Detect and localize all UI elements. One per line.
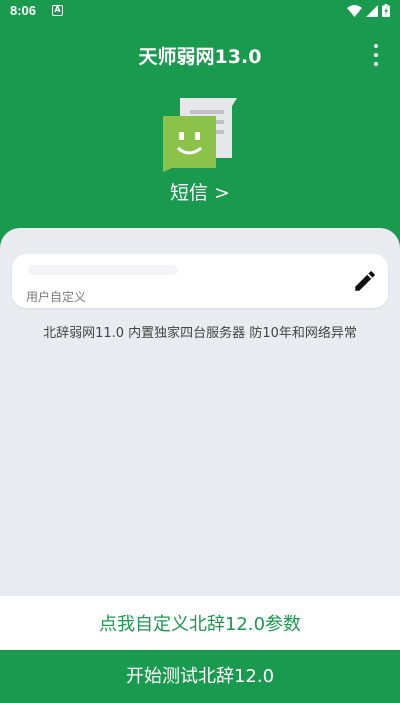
custom-input-field[interactable]: 用户自定义 <box>12 254 388 308</box>
custom-params-button[interactable]: 点我自定义北辞12.0参数 <box>0 610 400 636</box>
wifi-icon <box>347 4 362 17</box>
input-value[interactable] <box>28 265 178 275</box>
more-vert-icon[interactable] <box>372 44 380 66</box>
info-text: 北辞弱网11.0 内置独家四台服务器 防10年和网络异常 <box>43 326 357 341</box>
signal-icon <box>366 4 378 17</box>
sms-face-icon[interactable] <box>160 96 240 172</box>
status-bar: 8:06 A <box>0 0 400 24</box>
app-bar: 天师弱网13.0 <box>0 34 400 74</box>
battery-icon <box>382 4 390 17</box>
status-time: 8:06 <box>10 3 37 18</box>
sms-link[interactable]: 短信 > <box>0 178 400 205</box>
start-test-button[interactable]: 开始测试北辞12.0 <box>0 650 400 703</box>
status-icons <box>347 4 390 17</box>
pencil-icon[interactable] <box>352 268 378 294</box>
app-title: 天师弱网13.0 <box>138 46 262 68</box>
a-icon: A <box>52 5 63 16</box>
input-label: 用户自定义 <box>26 290 87 304</box>
